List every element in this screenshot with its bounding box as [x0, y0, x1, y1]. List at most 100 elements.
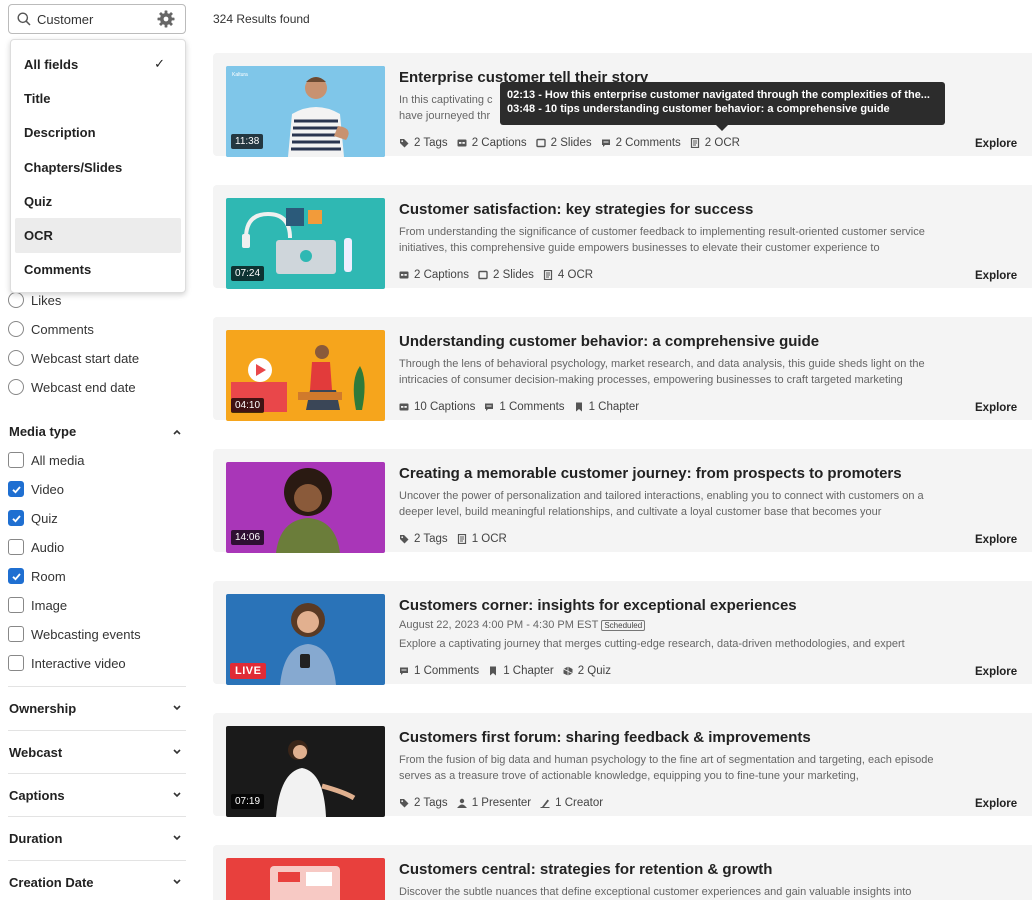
media-type-interactive-video[interactable]: Interactive video [8, 655, 126, 671]
explore-button[interactable]: Explore [975, 402, 1017, 414]
explore-button[interactable]: Explore [975, 666, 1017, 678]
duration-badge: 11:38 [231, 134, 264, 149]
search-input[interactable] [37, 11, 147, 27]
meta-chapter[interactable]: 1 Chapter [574, 401, 640, 413]
checkbox[interactable] [8, 539, 24, 555]
checkbox[interactable] [8, 597, 24, 613]
result-title[interactable]: Customer satisfaction: key strategies fo… [399, 201, 753, 218]
video-thumbnail[interactable]: 14:06 [226, 462, 385, 553]
checkbox[interactable] [8, 452, 24, 468]
result-meta: 2 Tags 1 Presenter 1 Creator [399, 797, 612, 809]
sort-option-label: Comments [31, 321, 94, 337]
dropdown-item-quiz[interactable]: Quiz [11, 184, 181, 218]
checkbox-checked[interactable] [8, 510, 24, 526]
sort-option-webcast-start-date[interactable]: Webcast start date [8, 350, 139, 366]
radio-button[interactable] [8, 350, 24, 366]
dropdown-item-description[interactable]: Description [11, 116, 181, 150]
sort-option-comments[interactable]: Comments [8, 321, 94, 337]
meta-ocr[interactable]: 2 OCR [690, 137, 740, 149]
explore-button[interactable]: Explore [975, 534, 1017, 546]
ocr-icon [543, 270, 553, 280]
meta-slides[interactable]: 2 Slides [535, 137, 592, 149]
chevron-up-icon[interactable] [172, 427, 182, 437]
result-title[interactable]: Understanding customer behavior: a compr… [399, 333, 819, 350]
explore-button[interactable]: Explore [975, 798, 1017, 810]
meta-tags[interactable]: 2 Tags [399, 137, 448, 149]
result-card[interactable]: 07:19 Customers first forum: sharing fee… [213, 713, 1032, 817]
result-card[interactable]: LIVE Customers corner: insights for exce… [213, 581, 1032, 685]
video-thumbnail[interactable]: LIVE [226, 594, 385, 685]
dropdown-item-ocr[interactable]: OCR [15, 218, 181, 253]
result-title[interactable]: Customers corner: insights for exception… [399, 597, 797, 614]
filter-captions[interactable]: Captions [8, 773, 186, 816]
media-type-title[interactable]: Media type [9, 424, 76, 439]
checkbox[interactable] [8, 626, 24, 642]
meta-captions[interactable]: 2 Captions [399, 269, 469, 281]
result-meta: 1 Comments 1 Chapter 2 Quiz [399, 665, 620, 677]
dropdown-item-all-fields[interactable]: All fields ✓ [11, 47, 181, 81]
result-title[interactable]: Customers central: strategies for retent… [399, 861, 772, 878]
result-title[interactable]: Customers first forum: sharing feedback … [399, 729, 811, 746]
result-card[interactable]: 07:24 Customer satisfaction: key strateg… [213, 185, 1032, 289]
meta-comments[interactable]: 2 Comments [601, 137, 681, 149]
meta-captions[interactable]: 2 Captions [457, 137, 527, 149]
meta-ocr[interactable]: 1 OCR [457, 533, 507, 545]
meta-quiz[interactable]: 2 Quiz [563, 665, 611, 677]
tooltip-line: 03:48 - 10 tips understanding customer b… [507, 103, 890, 115]
video-thumbnail[interactable]: 07:19 [226, 726, 385, 817]
explore-button[interactable]: Explore [975, 138, 1017, 150]
video-thumbnail[interactable]: 04:10 [226, 330, 385, 421]
media-type-audio[interactable]: Audio [8, 539, 64, 555]
meta-label: 1 Chapter [588, 401, 640, 413]
meta-comments[interactable]: 1 Comments [484, 401, 565, 413]
radio-button[interactable] [8, 321, 24, 337]
checkbox[interactable] [8, 655, 24, 671]
meta-tags[interactable]: 2 Tags [399, 797, 448, 809]
video-thumbnail[interactable]: 07:24 [226, 198, 385, 289]
video-thumbnail[interactable]: Kaltura 11:38 [226, 66, 385, 157]
meta-presenter[interactable]: 1 Presenter [457, 797, 531, 809]
checkbox-label: Quiz [31, 510, 58, 526]
explore-button[interactable]: Explore [975, 270, 1017, 282]
checkbox-checked[interactable] [8, 481, 24, 497]
media-type-video[interactable]: Video [8, 481, 64, 497]
media-type-room[interactable]: Room [8, 568, 66, 584]
media-type-quiz[interactable]: Quiz [8, 510, 58, 526]
filter-webcast[interactable]: Webcast [8, 730, 186, 773]
meta-creator[interactable]: 1 Creator [540, 797, 603, 809]
meta-ocr[interactable]: 4 OCR [543, 269, 593, 281]
filter-ownership[interactable]: Ownership [8, 686, 186, 729]
dropdown-item-label: Comments [24, 262, 92, 278]
search-box[interactable] [8, 4, 186, 34]
dropdown-item-comments[interactable]: Comments [11, 253, 181, 287]
meta-comments[interactable]: 1 Comments [399, 665, 479, 677]
radio-button[interactable] [8, 292, 24, 308]
result-card[interactable]: 04:10 Understanding customer behavior: a… [213, 317, 1032, 421]
meta-chapter[interactable]: 1 Chapter [488, 665, 554, 677]
result-description: Through the lens of behavioral psycholog… [399, 358, 925, 386]
filter-label: Duration [9, 830, 63, 846]
dropdown-item-chapters-slides[interactable]: Chapters/Slides [11, 150, 181, 184]
result-card[interactable]: 14:06 Creating a memorable customer jour… [213, 449, 1032, 553]
tooltip-arrow [716, 125, 728, 131]
radio-button[interactable] [8, 379, 24, 395]
meta-tags[interactable]: 2 Tags [399, 533, 448, 545]
filter-duration[interactable]: Duration [8, 816, 186, 859]
meta-label: 2 Slides [492, 269, 534, 281]
dropdown-item-title[interactable]: Title [11, 81, 181, 115]
meta-captions[interactable]: 10 Captions [399, 401, 475, 413]
meta-slides[interactable]: 2 Slides [478, 269, 534, 281]
video-thumbnail[interactable] [226, 858, 385, 900]
gear-icon[interactable] [157, 10, 175, 28]
result-title[interactable]: Creating a memorable customer journey: f… [399, 465, 902, 482]
filter-creation-date[interactable]: Creation Date [8, 860, 186, 900]
meta-label: 1 Presenter [471, 797, 532, 809]
sort-option-likes[interactable]: Likes [8, 292, 61, 308]
media-type-image[interactable]: Image [8, 597, 67, 613]
media-type-webcasting-events[interactable]: Webcasting events [8, 626, 141, 642]
media-type-all-media[interactable]: All media [8, 452, 84, 468]
checkbox-checked[interactable] [8, 568, 24, 584]
live-badge: LIVE [230, 663, 267, 679]
result-card[interactable]: Customers central: strategies for retent… [213, 845, 1032, 900]
sort-option-webcast-end-date[interactable]: Webcast end date [8, 379, 136, 395]
